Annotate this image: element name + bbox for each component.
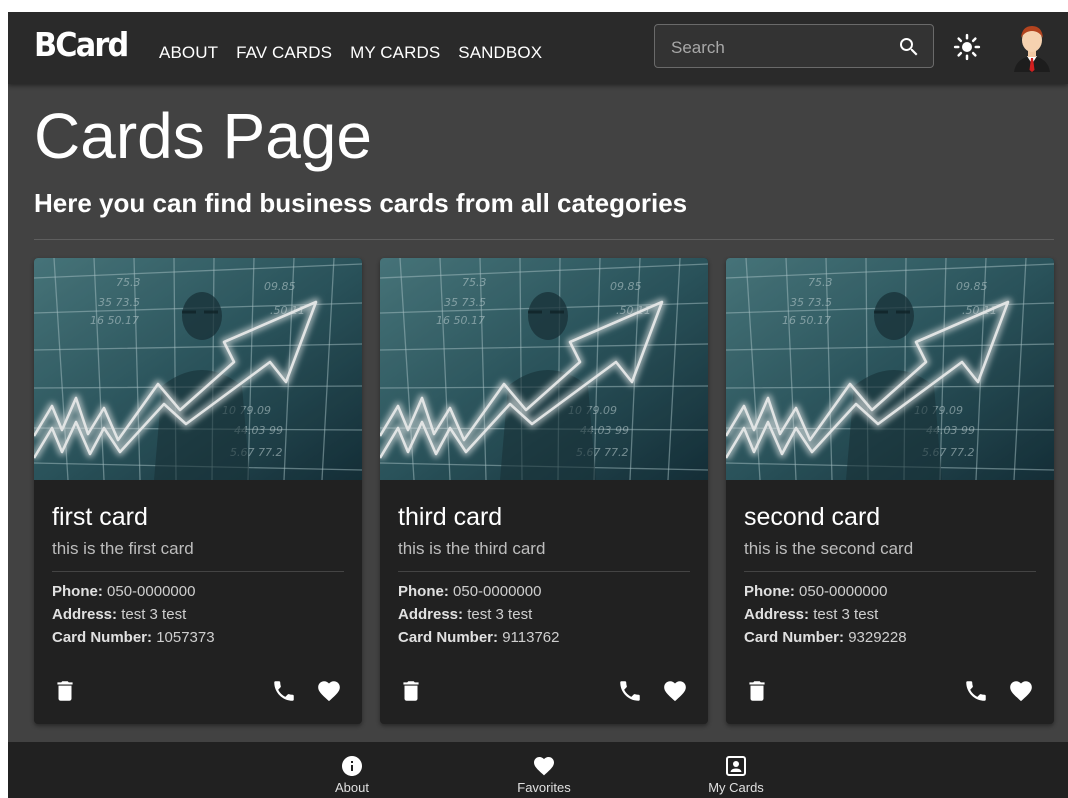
card-divider xyxy=(744,571,1036,572)
heart-icon[interactable] xyxy=(316,678,342,704)
card-address: Address: test 3 test xyxy=(52,606,186,623)
card-number: Card Number: 9113762 xyxy=(398,629,559,646)
card-phone: Phone: 050-0000000 xyxy=(398,583,541,600)
card-title: second card xyxy=(744,503,881,531)
search-input[interactable] xyxy=(669,35,893,61)
card-number-label: Card Number: xyxy=(52,629,153,646)
app-window: BCard ABOUT FAV CARDS MY CARDS SANDBOX S… xyxy=(8,12,1068,798)
address-label: Address: xyxy=(52,606,118,623)
page-title: Cards Page xyxy=(34,100,372,172)
page-subtitle: Here you can find business cards from al… xyxy=(34,188,688,218)
card-number: Card Number: 9329228 xyxy=(744,629,907,646)
phone-icon[interactable] xyxy=(617,678,643,704)
business-card[interactable]: second card this is the second card Phon… xyxy=(726,258,1054,724)
card-number-value: 1057373 xyxy=(156,629,215,646)
phone-icon[interactable] xyxy=(963,678,989,704)
card-image[interactable] xyxy=(726,258,1054,480)
nav-fav-cards[interactable]: FAV CARDS xyxy=(236,43,332,63)
bcard-logo[interactable]: BCard xyxy=(34,25,129,64)
card-subtitle: this is the second card xyxy=(744,539,914,558)
card-subtitle: this is the third card xyxy=(398,539,546,558)
search-icon[interactable] xyxy=(897,35,921,59)
main-nav: ABOUT FAV CARDS MY CARDS SANDBOX xyxy=(159,43,542,63)
card-title: first card xyxy=(52,503,148,531)
info-icon xyxy=(342,756,362,776)
card-number: Card Number: 1057373 xyxy=(52,629,215,646)
phone-icon[interactable] xyxy=(271,678,297,704)
heart-icon[interactable] xyxy=(662,678,688,704)
search-box xyxy=(654,24,934,68)
header-divider xyxy=(34,239,1054,240)
phone-value: 050-0000000 xyxy=(107,583,196,600)
heart-icon[interactable] xyxy=(1008,678,1034,704)
card-number-label: Card Number: xyxy=(744,629,845,646)
card-divider xyxy=(52,571,344,572)
contact-card-icon xyxy=(726,756,746,776)
address-label: Address: xyxy=(744,606,810,623)
card-phone: Phone: 050-0000000 xyxy=(52,583,195,600)
business-card[interactable]: first card this is the first card Phone:… xyxy=(34,258,362,724)
card-title: third card xyxy=(398,503,503,531)
heart-icon xyxy=(534,757,554,776)
card-number-label: Card Number: xyxy=(398,629,499,646)
top-app-bar: BCard ABOUT FAV CARDS MY CARDS SANDBOX xyxy=(8,12,1068,84)
bottom-nav-favorites[interactable]: Favorites xyxy=(484,742,604,798)
nav-about[interactable]: ABOUT xyxy=(159,43,218,63)
nav-my-cards[interactable]: MY CARDS xyxy=(350,43,440,63)
bottom-nav-my-cards[interactable]: My Cards xyxy=(676,742,796,798)
phone-label: Phone: xyxy=(52,583,103,600)
trash-icon[interactable] xyxy=(52,678,78,704)
card-image[interactable] xyxy=(380,258,708,480)
phone-value: 050-0000000 xyxy=(799,583,888,600)
card-phone: Phone: 050-0000000 xyxy=(744,583,887,600)
bottom-navigation: About Favorites My Cards xyxy=(8,742,1068,798)
address-value: test 3 test xyxy=(121,606,187,623)
card-address: Address: test 3 test xyxy=(744,606,878,623)
trash-icon[interactable] xyxy=(398,678,424,704)
address-label: Address: xyxy=(398,606,464,623)
card-subtitle: this is the first card xyxy=(52,539,194,558)
card-image[interactable] xyxy=(34,258,362,480)
card-address: Address: test 3 test xyxy=(398,606,532,623)
bottom-nav-label: Favorites xyxy=(517,780,571,795)
bottom-nav-label: My Cards xyxy=(708,780,764,795)
phone-value: 050-0000000 xyxy=(453,583,542,600)
trash-icon[interactable] xyxy=(744,678,770,704)
business-card[interactable]: third card this is the third card Phone:… xyxy=(380,258,708,724)
phone-label: Phone: xyxy=(744,583,795,600)
bottom-nav-about[interactable]: About xyxy=(292,742,412,798)
avatar-icon[interactable] xyxy=(1008,22,1056,72)
card-number-value: 9329228 xyxy=(848,629,907,646)
sun-icon[interactable] xyxy=(952,32,982,62)
card-number-value: 9113762 xyxy=(502,629,560,646)
nav-sandbox[interactable]: SANDBOX xyxy=(458,43,542,63)
phone-label: Phone: xyxy=(398,583,449,600)
card-divider xyxy=(398,571,690,572)
address-value: test 3 test xyxy=(813,606,879,623)
address-value: test 3 test xyxy=(467,606,533,623)
bottom-nav-label: About xyxy=(335,780,369,795)
